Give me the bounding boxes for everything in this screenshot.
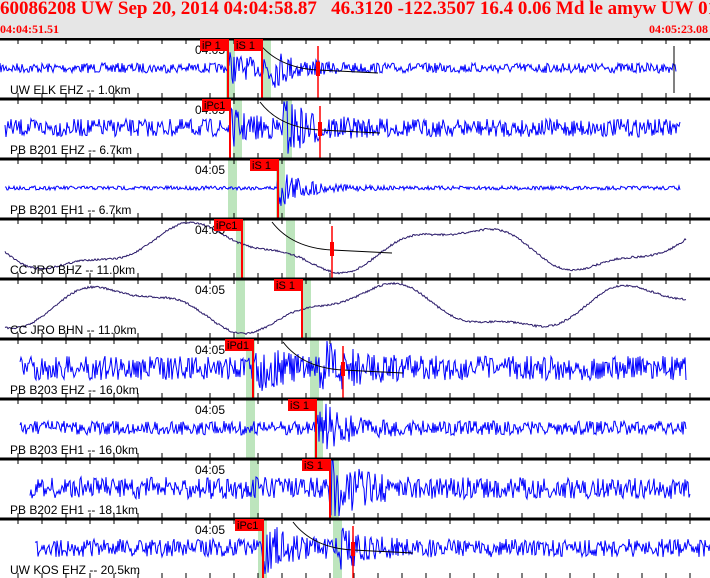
station-label: PB B201 EH1 -- 6.7km xyxy=(10,203,131,217)
trace-panel[interactable]: 04:05 iPc1 UW KOS EHZ -- 20.5km xyxy=(0,517,710,578)
header-bar: 60086208 UW Sep 20, 2014 04:04:58.87 46.… xyxy=(0,0,710,38)
station-label: PB B202 EH1 -- 18.1km xyxy=(10,503,138,517)
trace-panel[interactable]: 04:05iP 1iS 1UW ELK EHZ -- 1.0km xyxy=(0,38,710,98)
station-label: UW ELK EHZ -- 1.0km xyxy=(10,83,131,97)
coda-marker-box xyxy=(330,242,334,256)
pick-label: iS 1 xyxy=(236,40,255,52)
pick-label: iP 1 xyxy=(202,40,221,52)
end-time: 04:05:23.08 xyxy=(649,22,708,36)
theory-band xyxy=(286,219,295,278)
pick-label: iPd1 xyxy=(227,340,249,352)
station-label: PB B203 EHZ -- 16.0km xyxy=(10,383,139,397)
station-label: UW KOS EHZ -- 20.5km xyxy=(10,563,140,577)
station-label: PB B203 EH1 -- 16.0km xyxy=(10,443,138,457)
event-title: 60086208 UW Sep 20, 2014 04:04:58.87 46.… xyxy=(0,0,710,19)
trace-panel[interactable]: 04:05iPc1CC JRO BHZ -- 11.0km xyxy=(0,217,710,278)
pick-label: iS 1 xyxy=(276,280,295,292)
time-label: 04:05 xyxy=(195,403,225,417)
time-label: 04:05 xyxy=(195,163,225,177)
pick-label: iPc1 xyxy=(216,220,237,232)
coda-marker-box xyxy=(316,62,320,76)
trace-panel[interactable]: 04:05 iS 1 PB B203 EH1 -- 16.0km xyxy=(0,397,710,458)
waveform xyxy=(4,172,681,206)
coda-marker-box xyxy=(318,122,322,136)
coda-marker-box xyxy=(341,362,345,376)
pick-label: iPc1 xyxy=(237,520,258,532)
station-label: CC JRO BHN -- 11.0km xyxy=(10,323,136,337)
pick-label: iS 1 xyxy=(252,160,271,172)
seismogram-plot[interactable]: 04:05 iP 1 iS 1 UW ELK EHZ -- 1.0km 04:05 iPc… xyxy=(0,38,710,578)
time-label: 04:05 xyxy=(195,523,225,537)
trace-panel[interactable]: 04:05 iS 1 CC JRO BHN -- 11.0km xyxy=(0,277,710,338)
pick-label: iPc1 xyxy=(204,100,225,112)
station-label: CC JRO BHZ -- 11.0km xyxy=(10,263,135,277)
time-label: 04:05 xyxy=(195,463,225,477)
theory-band xyxy=(250,459,259,518)
pick-label: iS 1 xyxy=(304,460,323,472)
theory-band xyxy=(236,279,245,338)
trace-panel[interactable]: 04:05iPc1PB B201 EHZ -- 6.7km xyxy=(0,97,710,158)
time-label: 04:05 xyxy=(195,343,225,357)
trace-panel[interactable]: 04:05 iPd1 PB B203 EHZ -- 16.0km xyxy=(0,337,710,398)
start-time: 04:04:51.51 xyxy=(0,22,59,36)
station-label: PB B201 EHZ -- 6.7km xyxy=(10,143,132,157)
trace-panel[interactable]: 04:05 iS 1 PB B201 EH1 -- 6.7km xyxy=(0,157,710,218)
trace-panel[interactable]: 04:05 iS 1 PB B202 EH1 -- 18.1km xyxy=(0,457,710,518)
pick-label: iS 1 xyxy=(290,400,309,412)
time-label: 04:05 xyxy=(195,283,225,297)
coda-marker-box xyxy=(351,542,355,556)
